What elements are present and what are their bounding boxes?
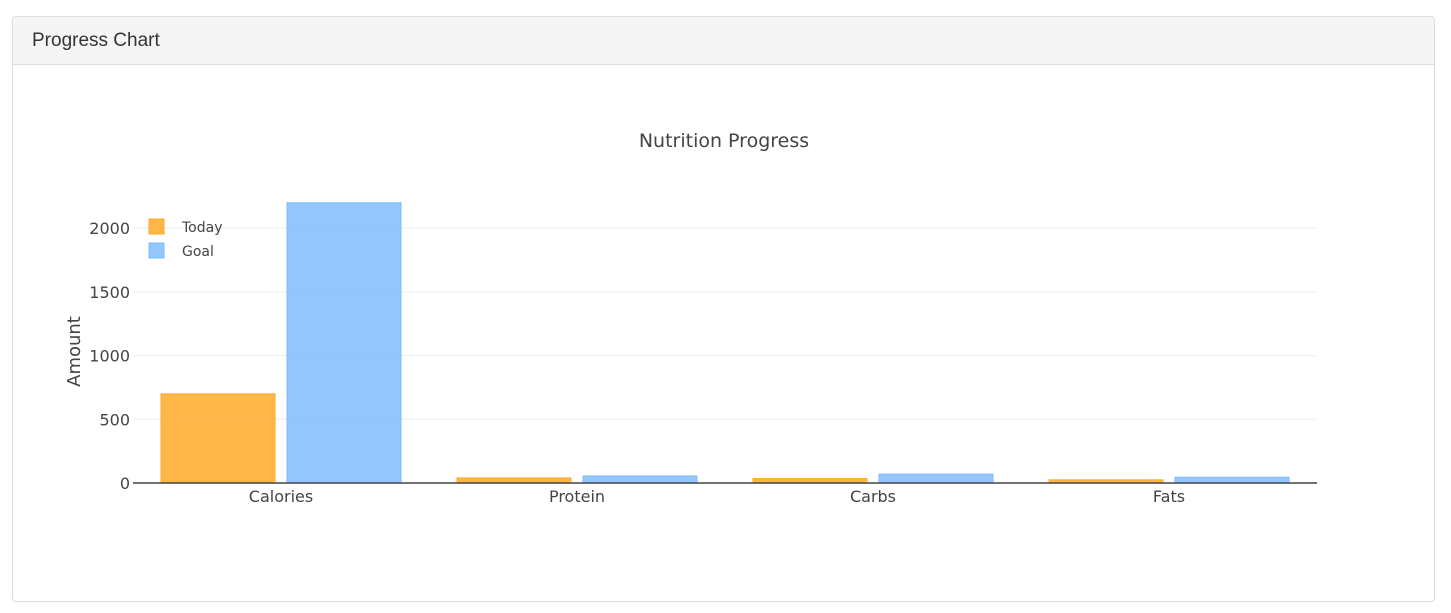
chart-title: Nutrition Progress: [639, 130, 809, 152]
panel-heading: Progress Chart: [13, 17, 1434, 65]
nutrition-chart: Nutrition Progress 0 500 1000 1500 2000 Calo…: [64, 130, 1317, 506]
legend-swatch: [148, 242, 165, 259]
progress-chart-panel: Progress Chart Nutrition Progress 0 500 10…: [12, 16, 1435, 602]
x-tick-labels: Calories Protein Carbs Fats: [249, 487, 1185, 506]
bars: [160, 202, 1290, 484]
bar-goal-carbs[interactable]: [878, 473, 994, 484]
y-tick-label: 2000: [89, 219, 130, 238]
x-tick-label: Carbs: [850, 487, 896, 506]
legend-swatch: [148, 218, 165, 235]
panel-body: Nutrition Progress 0 500 1000 1500 2000 Calo…: [13, 65, 1434, 602]
bar-today-calories[interactable]: [160, 393, 276, 484]
x-tick-label: Fats: [1153, 487, 1185, 506]
legend-item-goal[interactable]: Goal: [148, 242, 214, 260]
bar-goal-protein[interactable]: [582, 475, 698, 484]
y-tick-label: 500: [99, 410, 130, 429]
legend-label: Goal: [182, 244, 214, 260]
y-tick-labels: 0 500 1000 1500 2000: [89, 219, 130, 493]
legend-label: Today: [181, 220, 223, 236]
bar-goal-calories[interactable]: [286, 202, 402, 484]
x-tick-label: Calories: [249, 487, 313, 506]
bar-today-protein[interactable]: [456, 477, 572, 484]
x-tick-label: Protein: [549, 487, 605, 506]
y-tick-label: 1500: [89, 283, 130, 302]
y-tick-label: 0: [120, 474, 130, 493]
legend-item-today[interactable]: Today: [148, 218, 223, 236]
legend[interactable]: Today Goal: [148, 218, 223, 260]
y-tick-label: 1000: [89, 347, 130, 366]
bar-goal-fats[interactable]: [1174, 476, 1290, 484]
y-axis-title: Amount: [64, 316, 85, 387]
